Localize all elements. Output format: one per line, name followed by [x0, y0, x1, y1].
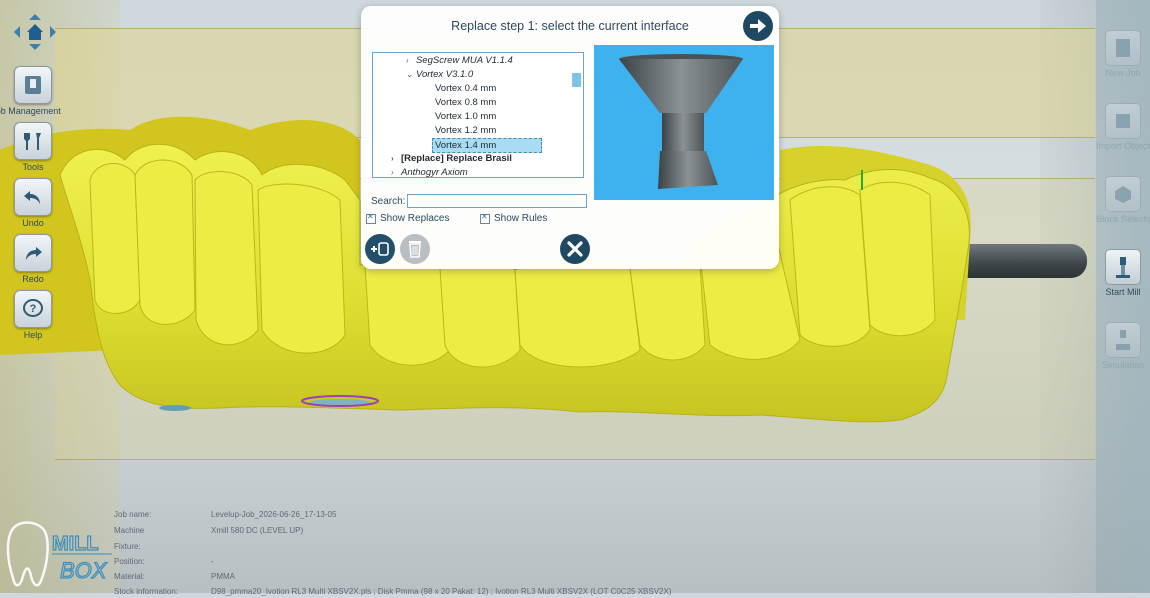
- view-navigation[interactable]: [14, 14, 56, 50]
- folder-icon: [14, 66, 52, 104]
- chevron-right-icon: ›: [391, 154, 394, 163]
- redo-label: Redo: [22, 274, 44, 284]
- right-toolbar: New Job Import Object Stock Selection St…: [1096, 0, 1150, 593]
- next-button[interactable]: [743, 11, 773, 41]
- show-rules-label: Show Rules: [494, 213, 548, 224]
- new-job-icon: [1105, 30, 1141, 66]
- stock-selection-button[interactable]: Stock Selection: [1096, 176, 1150, 224]
- replace-interface-dialog: Replace step 1: select the current inter…: [361, 6, 779, 269]
- undo-icon: [14, 178, 52, 216]
- show-rules-checkbox[interactable]: Show Rules: [480, 212, 548, 224]
- view-down-arrow-icon[interactable]: [29, 44, 41, 50]
- view-up-arrow-icon[interactable]: [29, 14, 41, 20]
- mill-icon: [1105, 249, 1141, 285]
- start-mill-label: Start Mill: [1105, 287, 1141, 297]
- view-right-arrow-icon[interactable]: [50, 26, 56, 38]
- tree-item[interactable]: › [Replace] Replace Brasil: [391, 152, 512, 165]
- millbox-logo: MILL BOX: [4, 518, 114, 593]
- tree-item[interactable]: › SegScrew MUA V1.1.4: [406, 54, 513, 67]
- add-plus-icon: [371, 242, 389, 256]
- trash-icon: [409, 241, 421, 258]
- simulation-button[interactable]: Simulation: [1096, 322, 1150, 370]
- undo-label: Undo: [22, 218, 44, 228]
- svg-text:MILL: MILL: [52, 533, 99, 555]
- stock-icon: [1105, 176, 1141, 212]
- import-object-label: Import Object: [1096, 141, 1150, 151]
- svg-text:BOX: BOX: [60, 558, 108, 583]
- chevron-down-icon: ⌄: [406, 70, 413, 79]
- delete-button[interactable]: [400, 234, 430, 264]
- import-icon: [1105, 103, 1141, 139]
- import-object-button[interactable]: Import Object: [1096, 103, 1150, 151]
- vortex-interface-icon: [619, 54, 743, 189]
- chevron-right-icon: ›: [391, 168, 394, 177]
- job-management-label: Job Management: [0, 106, 61, 116]
- interface-tree[interactable]: › SegScrew MUA V1.1.4 ⌄ Vortex V3.1.0 Vort…: [372, 52, 584, 178]
- job-management-button[interactable]: Job Management: [0, 66, 66, 116]
- checkbox-checked-icon: [366, 212, 376, 224]
- close-icon: [567, 241, 583, 257]
- tree-item[interactable]: › Anthogyr Axiom: [391, 166, 468, 177]
- dialog-title: Replace step 1: select the current inter…: [451, 19, 689, 33]
- home-view-icon[interactable]: [27, 24, 43, 40]
- start-mill-button[interactable]: Start Mill: [1096, 249, 1150, 297]
- tree-item[interactable]: Vortex 0.8 mm: [435, 96, 496, 109]
- search-label: Search:: [371, 196, 406, 207]
- stock-selection-label: Stock Selection: [1096, 214, 1150, 224]
- tree-item[interactable]: Vortex 1.0 mm: [435, 110, 496, 123]
- show-replaces-label: Show Replaces: [380, 213, 450, 224]
- arrow-right-icon: [750, 19, 766, 33]
- redo-icon: [14, 234, 52, 272]
- tree-item[interactable]: ⌄ Vortex V3.1.0: [406, 68, 473, 81]
- tree-item-selected[interactable]: Vortex 1.4 mm: [432, 138, 542, 153]
- add-replace-button[interactable]: [365, 234, 395, 264]
- show-replaces-checkbox[interactable]: Show Replaces: [366, 212, 450, 224]
- new-job-button[interactable]: New Job: [1096, 30, 1150, 78]
- tools-label: Tools: [22, 162, 44, 172]
- tree-item[interactable]: Vortex 1.2 mm: [435, 124, 496, 137]
- simulation-label: Simulation: [1101, 360, 1145, 370]
- search-input[interactable]: [407, 194, 587, 208]
- help-button[interactable]: ? Help: [0, 290, 66, 340]
- simulation-icon: [1105, 322, 1141, 358]
- new-job-label: New Job: [1105, 68, 1141, 78]
- undo-button[interactable]: Undo: [0, 178, 66, 228]
- view-left-arrow-icon[interactable]: [14, 26, 20, 38]
- chevron-right-icon: ›: [406, 56, 409, 65]
- close-button[interactable]: [560, 234, 590, 264]
- interface-preview: [594, 45, 774, 200]
- tree-item[interactable]: Vortex 0.4 mm: [435, 82, 496, 95]
- left-toolbar: Job Management Tools Undo Redo ? Help: [0, 0, 74, 350]
- checkbox-checked-icon: [480, 212, 490, 224]
- help-icon: ?: [14, 290, 52, 328]
- help-label: Help: [23, 330, 43, 340]
- svg-text:?: ?: [30, 303, 37, 315]
- tree-scrollbar[interactable]: [572, 73, 581, 87]
- wrench-icon: [14, 122, 52, 160]
- redo-button[interactable]: Redo: [0, 234, 66, 284]
- tools-button[interactable]: Tools: [0, 122, 66, 172]
